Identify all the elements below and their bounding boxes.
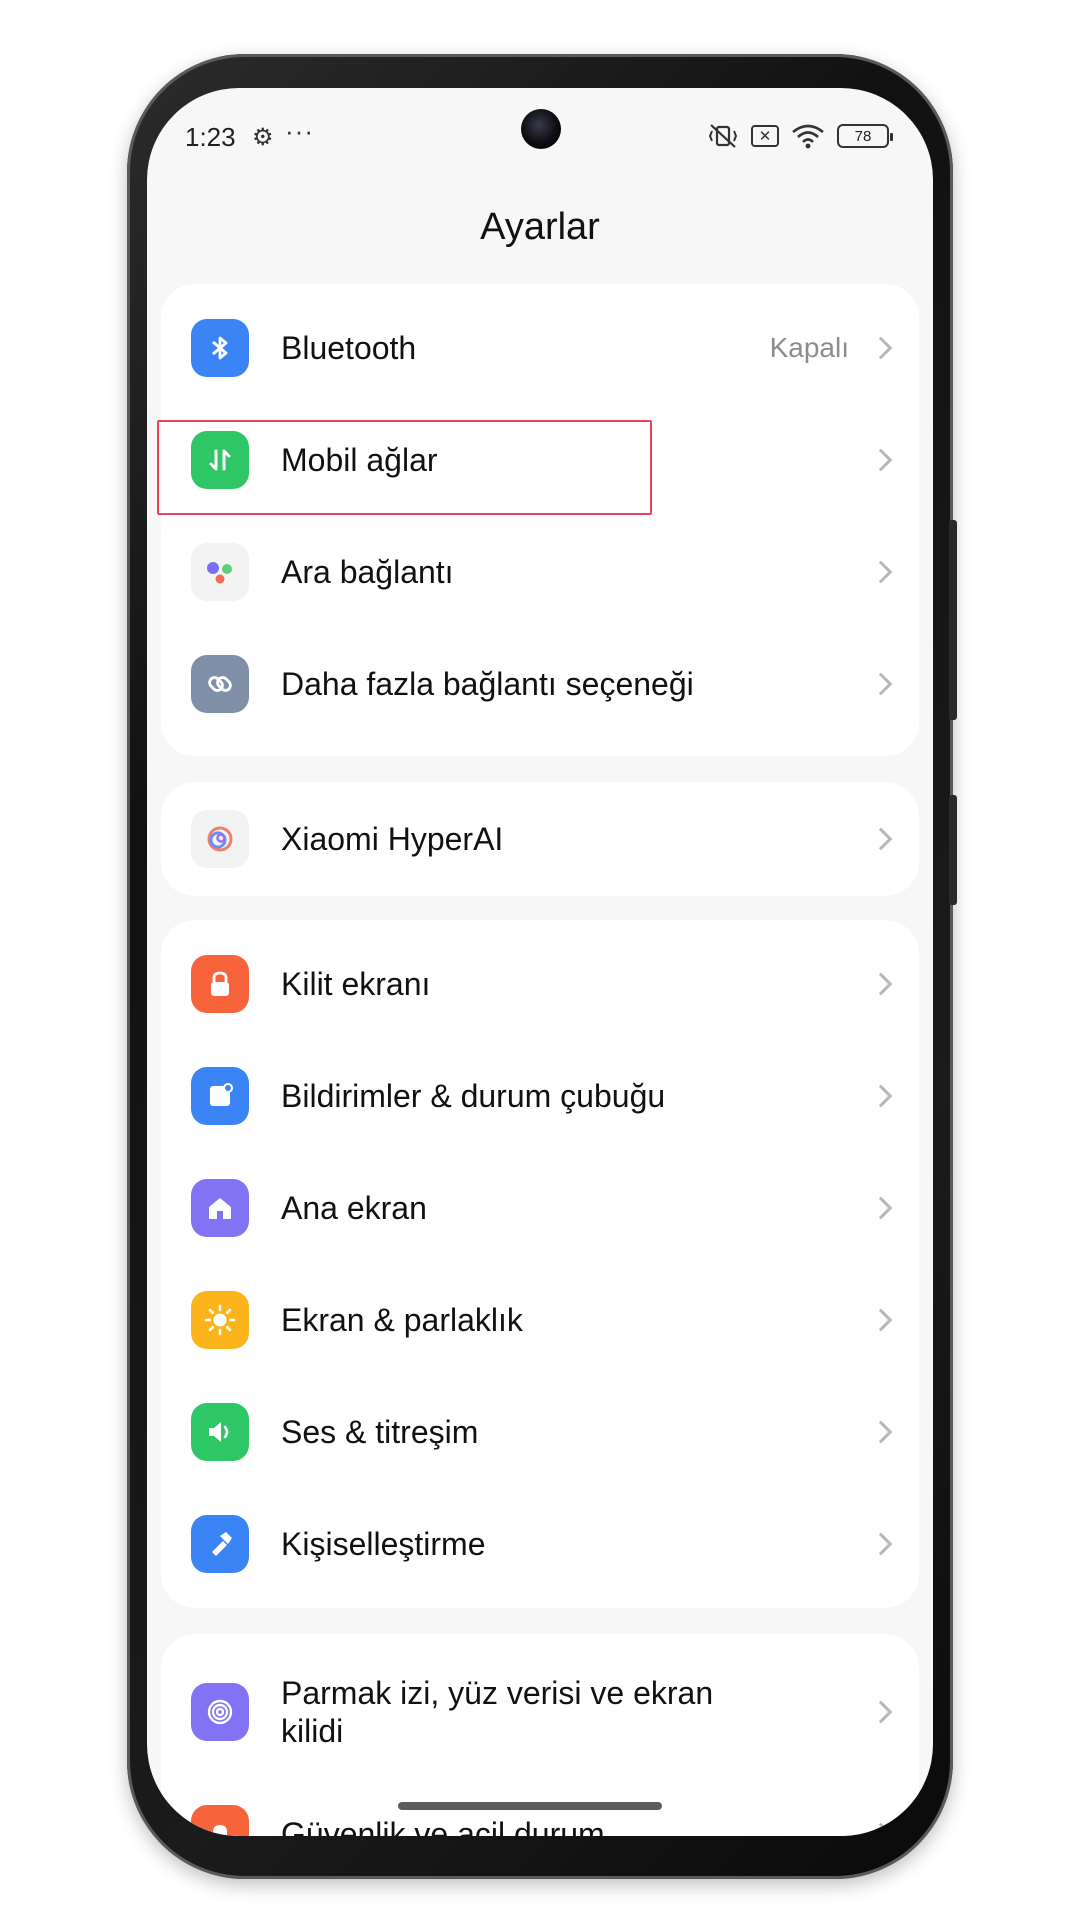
chevron-right-icon — [869, 1420, 893, 1444]
connectivity-group: Bluetooth Kapalı Mobil ağlar Ara bağlant… — [161, 284, 919, 756]
status-bar: 1:23 ⚙ ··· ✕ 78 — [147, 88, 933, 188]
display-group: Kilit ekranı Bildirimler & durum çubuğu — [161, 920, 919, 1608]
chevron-right-icon — [869, 972, 893, 996]
more-notifications-icon: ··· — [285, 116, 314, 146]
setting-label: Mobil ağlar — [281, 441, 438, 478]
hyperai-icon — [191, 810, 249, 868]
settings-status-icon: ⚙ — [252, 124, 274, 151]
bluetooth-icon — [191, 319, 249, 377]
setting-label: Daha fazla bağlantı seçeneği — [281, 665, 694, 702]
setting-row-more-connections[interactable]: Daha fazla bağlantı seçeneği — [161, 628, 919, 740]
battery-level: 78 — [854, 127, 872, 145]
setting-label: Bluetooth — [281, 329, 417, 366]
lock-icon — [191, 955, 249, 1013]
setting-value: Kapalı — [769, 332, 849, 363]
chevron-right-icon — [869, 1196, 893, 1220]
setting-label: Ana ekran — [281, 1189, 427, 1226]
setting-label: Kişiselleştirme — [281, 1525, 486, 1562]
sound-icon — [191, 1403, 249, 1461]
chevron-right-icon — [869, 1084, 893, 1108]
setting-row-lock-screen[interactable]: Kilit ekranı — [161, 928, 919, 1040]
setting-row-mobile-networks[interactable]: Mobil ağlar — [161, 404, 919, 516]
chevron-right-icon — [869, 336, 893, 360]
setting-label: Ekran & parlaklık — [281, 1301, 523, 1338]
volume-button — [949, 520, 957, 720]
setting-label: Bildirimler & durum çubuğu — [281, 1077, 666, 1114]
status-time: 1:23 — [185, 122, 236, 152]
setting-row-interconnect[interactable]: Ara bağlantı — [161, 516, 919, 628]
setting-label: Xiaomi HyperAI — [281, 820, 504, 857]
fingerprint-icon — [191, 1683, 249, 1741]
brightness-icon — [191, 1291, 249, 1349]
chevron-right-icon — [869, 448, 893, 472]
chevron-right-icon — [869, 560, 893, 584]
setting-row-bluetooth[interactable]: Bluetooth Kapalı — [161, 292, 919, 404]
link-icon — [191, 655, 249, 713]
home-icon — [191, 1179, 249, 1237]
interconnect-icon — [191, 543, 249, 601]
chevron-right-icon — [869, 672, 893, 696]
chevron-right-icon — [869, 827, 893, 851]
setting-row-personalization[interactable]: Kişiselleştirme — [161, 1488, 919, 1600]
front-camera — [521, 109, 561, 149]
setting-row-display-brightness[interactable]: Ekran & parlaklık — [161, 1264, 919, 1376]
setting-label: Ses & titreşim — [281, 1413, 479, 1450]
chevron-right-icon — [869, 1308, 893, 1332]
setting-row-sound[interactable]: Ses & titreşim — [161, 1376, 919, 1488]
setting-row-home-screen[interactable]: Ana ekran — [161, 1152, 919, 1264]
status-icons: ✕ 78 — [707, 122, 893, 150]
setting-label: Güvenlik ve acil durum — [281, 1815, 605, 1837]
setting-label: Kilit ekranı — [281, 965, 431, 1002]
power-button — [949, 795, 957, 905]
ai-group: Xiaomi HyperAI — [161, 782, 919, 896]
setting-label: Ara bağlantı — [281, 553, 454, 590]
personalization-icon — [191, 1515, 249, 1573]
battery-icon: 78 — [837, 124, 893, 148]
page-title: Ayarlar — [480, 206, 600, 248]
home-indicator[interactable] — [398, 1802, 662, 1810]
mobile-data-icon — [191, 431, 249, 489]
chevron-right-icon — [869, 1822, 893, 1836]
vibrate-off-icon — [708, 124, 738, 148]
setting-row-notifications[interactable]: Bildirimler & durum çubuğu — [161, 1040, 919, 1152]
wifi-icon — [792, 124, 824, 149]
setting-label: Parmak izi, yüz verisi ve ekran kilidi — [281, 1675, 714, 1749]
safety-icon — [191, 1805, 249, 1836]
no-sim-icon: ✕ — [751, 125, 779, 147]
setting-row-hyperai[interactable]: Xiaomi HyperAI — [161, 783, 919, 895]
setting-row-fingerprint[interactable]: Parmak izi, yüz verisi ve ekran kilidi — [161, 1650, 919, 1774]
notification-icon — [191, 1067, 249, 1125]
screen: 1:23 ⚙ ··· ✕ 78 Ayarlar Bluetooth Kapalı… — [147, 88, 933, 1836]
chevron-right-icon — [869, 1700, 893, 1724]
chevron-right-icon — [869, 1532, 893, 1556]
